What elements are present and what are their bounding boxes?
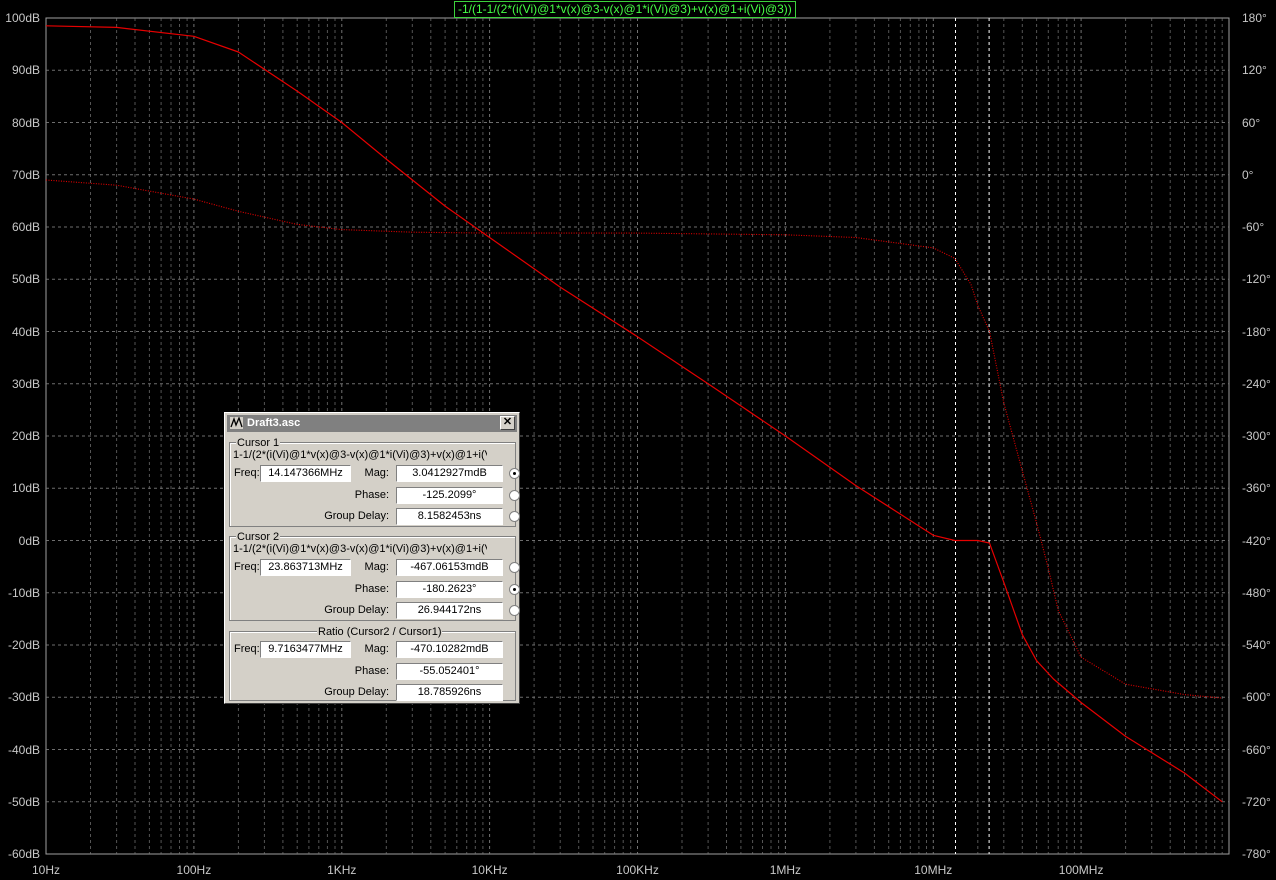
- x-tick-label: 100MHz: [1058, 863, 1104, 877]
- ratio-mag-field[interactable]: -470.10282mdB: [396, 641, 503, 658]
- cursor2-freq-field[interactable]: 23.863713MHz: [260, 559, 351, 576]
- cursor2-mag-field[interactable]: -467.06153mdB: [396, 559, 503, 576]
- left-tick-label: 70dB: [11, 167, 40, 182]
- right-tick-label: -360°: [1242, 481, 1271, 496]
- cursor1-gd-label: Group Delay:: [324, 510, 389, 522]
- left-tick-label: 30dB: [11, 376, 40, 391]
- close-icon: ✕: [502, 416, 513, 428]
- right-tick-label: 0°: [1242, 167, 1254, 182]
- cursor1-mag-label: Mag:: [364, 467, 389, 479]
- right-tick-label: -540°: [1242, 638, 1271, 652]
- right-tick-label: -720°: [1242, 794, 1271, 809]
- cursor2-gd-field[interactable]: 26.944172ns: [396, 602, 503, 619]
- right-tick-label: 120°: [1242, 63, 1267, 78]
- cursor1-mag-radio[interactable]: [509, 468, 520, 479]
- right-tick-label: -480°: [1242, 585, 1271, 600]
- right-tick-label: -660°: [1242, 742, 1271, 757]
- right-tick-label: -120°: [1242, 272, 1271, 287]
- cursor2-gd-label: Group Delay:: [324, 604, 389, 616]
- cursor1-freq-field[interactable]: 14.147366MHz: [260, 465, 351, 482]
- right-tick-label: 60°: [1242, 115, 1261, 130]
- cursor2-phase-label: Phase:: [354, 583, 389, 595]
- trace-title[interactable]: -1/(1-1/(2*(i(Vi)@1*v(x)@3-v(x)@1*i(Vi)@…: [454, 1, 796, 18]
- cursor2-group: Cursor 2 1-1/(2*(i(Vi)@1*v(x)@3-v(x)@1*i…: [229, 531, 520, 621]
- cursor1-group: Cursor 1 1-1/(2*(i(Vi)@1*v(x)@3-v(x)@1*i…: [229, 437, 520, 527]
- traces: [45, 25, 1223, 803]
- right-tick-label: -600°: [1242, 690, 1271, 705]
- cursor2-phase-radio[interactable]: [509, 584, 520, 595]
- cursor1-mag-field[interactable]: 3.0412927mdB: [396, 465, 503, 482]
- left-tick-label: 40dB: [11, 324, 40, 339]
- left-tick-label: 60dB: [11, 220, 40, 234]
- magnitude-trace: [45, 25, 1223, 803]
- left-tick-label: 20dB: [11, 429, 40, 443]
- right-tick-label: -780°: [1242, 847, 1271, 861]
- left-tick-label: 0dB: [18, 533, 40, 548]
- x-tick-label: 100Hz: [176, 863, 212, 877]
- right-tick-label: -420°: [1242, 533, 1271, 548]
- left-tick-label: -50dB: [7, 794, 40, 809]
- right-tick-label: -60°: [1242, 220, 1265, 234]
- cursor1-gd-radio[interactable]: [509, 511, 520, 522]
- x-tick-label: 10KHz: [471, 863, 508, 877]
- left-tick-label: -30dB: [7, 690, 40, 705]
- dialog-title: Draft3.asc: [247, 417, 301, 429]
- dialog-titlebar[interactable]: Draft3.asc ✕: [227, 415, 517, 432]
- cursor2-gd-radio[interactable]: [509, 605, 520, 616]
- cursor1-gd-field[interactable]: 8.1582453ns: [396, 508, 503, 525]
- ratio-phase-field[interactable]: -55.052401°: [396, 663, 503, 680]
- ratio-group: Ratio (Cursor2 / Cursor1) Freq: 9.716347…: [229, 626, 516, 701]
- cursor2-freq-label: Freq:: [234, 561, 260, 573]
- cursor2-label: Cursor 2: [236, 531, 281, 543]
- bode-plot[interactable]: [0, 0, 1276, 880]
- ratio-label: Ratio (Cursor2 / Cursor1): [317, 626, 443, 638]
- left-tick-label: 100dB: [5, 11, 40, 25]
- left-tick-label: -60dB: [7, 847, 40, 861]
- cursor-dialog[interactable]: Draft3.asc ✕ Cursor 1 1-1/(2*(i(Vi)@1*v(…: [224, 412, 520, 704]
- cursor1-phase-radio[interactable]: [509, 490, 520, 501]
- close-button[interactable]: ✕: [500, 416, 515, 430]
- cursor1-phase-label: Phase:: [354, 489, 389, 501]
- cursor1-phase-field[interactable]: -125.2099°: [396, 487, 503, 504]
- cursor2-phase-field[interactable]: -180.2623°: [396, 581, 503, 598]
- phase-trace: [45, 179, 1223, 699]
- cursor1-freq-label: Freq:: [234, 467, 260, 479]
- left-tick-label: -20dB: [7, 638, 40, 652]
- cursor1-expression: 1-1/(2*(i(Vi)@1*v(x)@3-v(x)@1*i(Vi)@3)+v…: [233, 449, 487, 461]
- x-tick-label: 1MHz: [769, 863, 802, 877]
- ltspice-app-icon: [230, 417, 243, 429]
- left-tick-label: 50dB: [11, 272, 40, 287]
- ratio-mag-label: Mag:: [364, 643, 389, 655]
- cursor1-label: Cursor 1: [236, 437, 281, 449]
- left-tick-label: -40dB: [7, 742, 40, 757]
- left-tick-label: 10dB: [11, 481, 40, 496]
- x-tick-label: 1KHz: [327, 863, 357, 877]
- right-tick-label: -180°: [1242, 324, 1271, 339]
- left-tick-label: 80dB: [11, 115, 40, 130]
- ratio-freq-field[interactable]: 9.7163477MHz: [260, 641, 351, 658]
- x-tick-label: 10Hz: [31, 863, 60, 877]
- ratio-gd-label: Group Delay:: [324, 686, 389, 698]
- right-tick-label: -300°: [1242, 429, 1271, 443]
- right-tick-label: 180°: [1242, 11, 1267, 25]
- ratio-gd-field[interactable]: 18.785926ns: [396, 684, 503, 701]
- cursor2-mag-label: Mag:: [364, 561, 389, 573]
- cursor2-expression: 1-1/(2*(i(Vi)@1*v(x)@3-v(x)@1*i(Vi)@3)+v…: [233, 543, 487, 555]
- right-tick-label: -240°: [1242, 376, 1271, 391]
- ratio-freq-label: Freq:: [234, 643, 260, 655]
- x-tick-label: 10MHz: [914, 863, 953, 877]
- x-tick-label: 100KHz: [616, 863, 659, 877]
- ratio-phase-label: Phase:: [354, 665, 389, 677]
- left-tick-label: -10dB: [7, 585, 40, 600]
- cursor2-mag-radio[interactable]: [509, 562, 520, 573]
- left-tick-label: 90dB: [11, 63, 40, 78]
